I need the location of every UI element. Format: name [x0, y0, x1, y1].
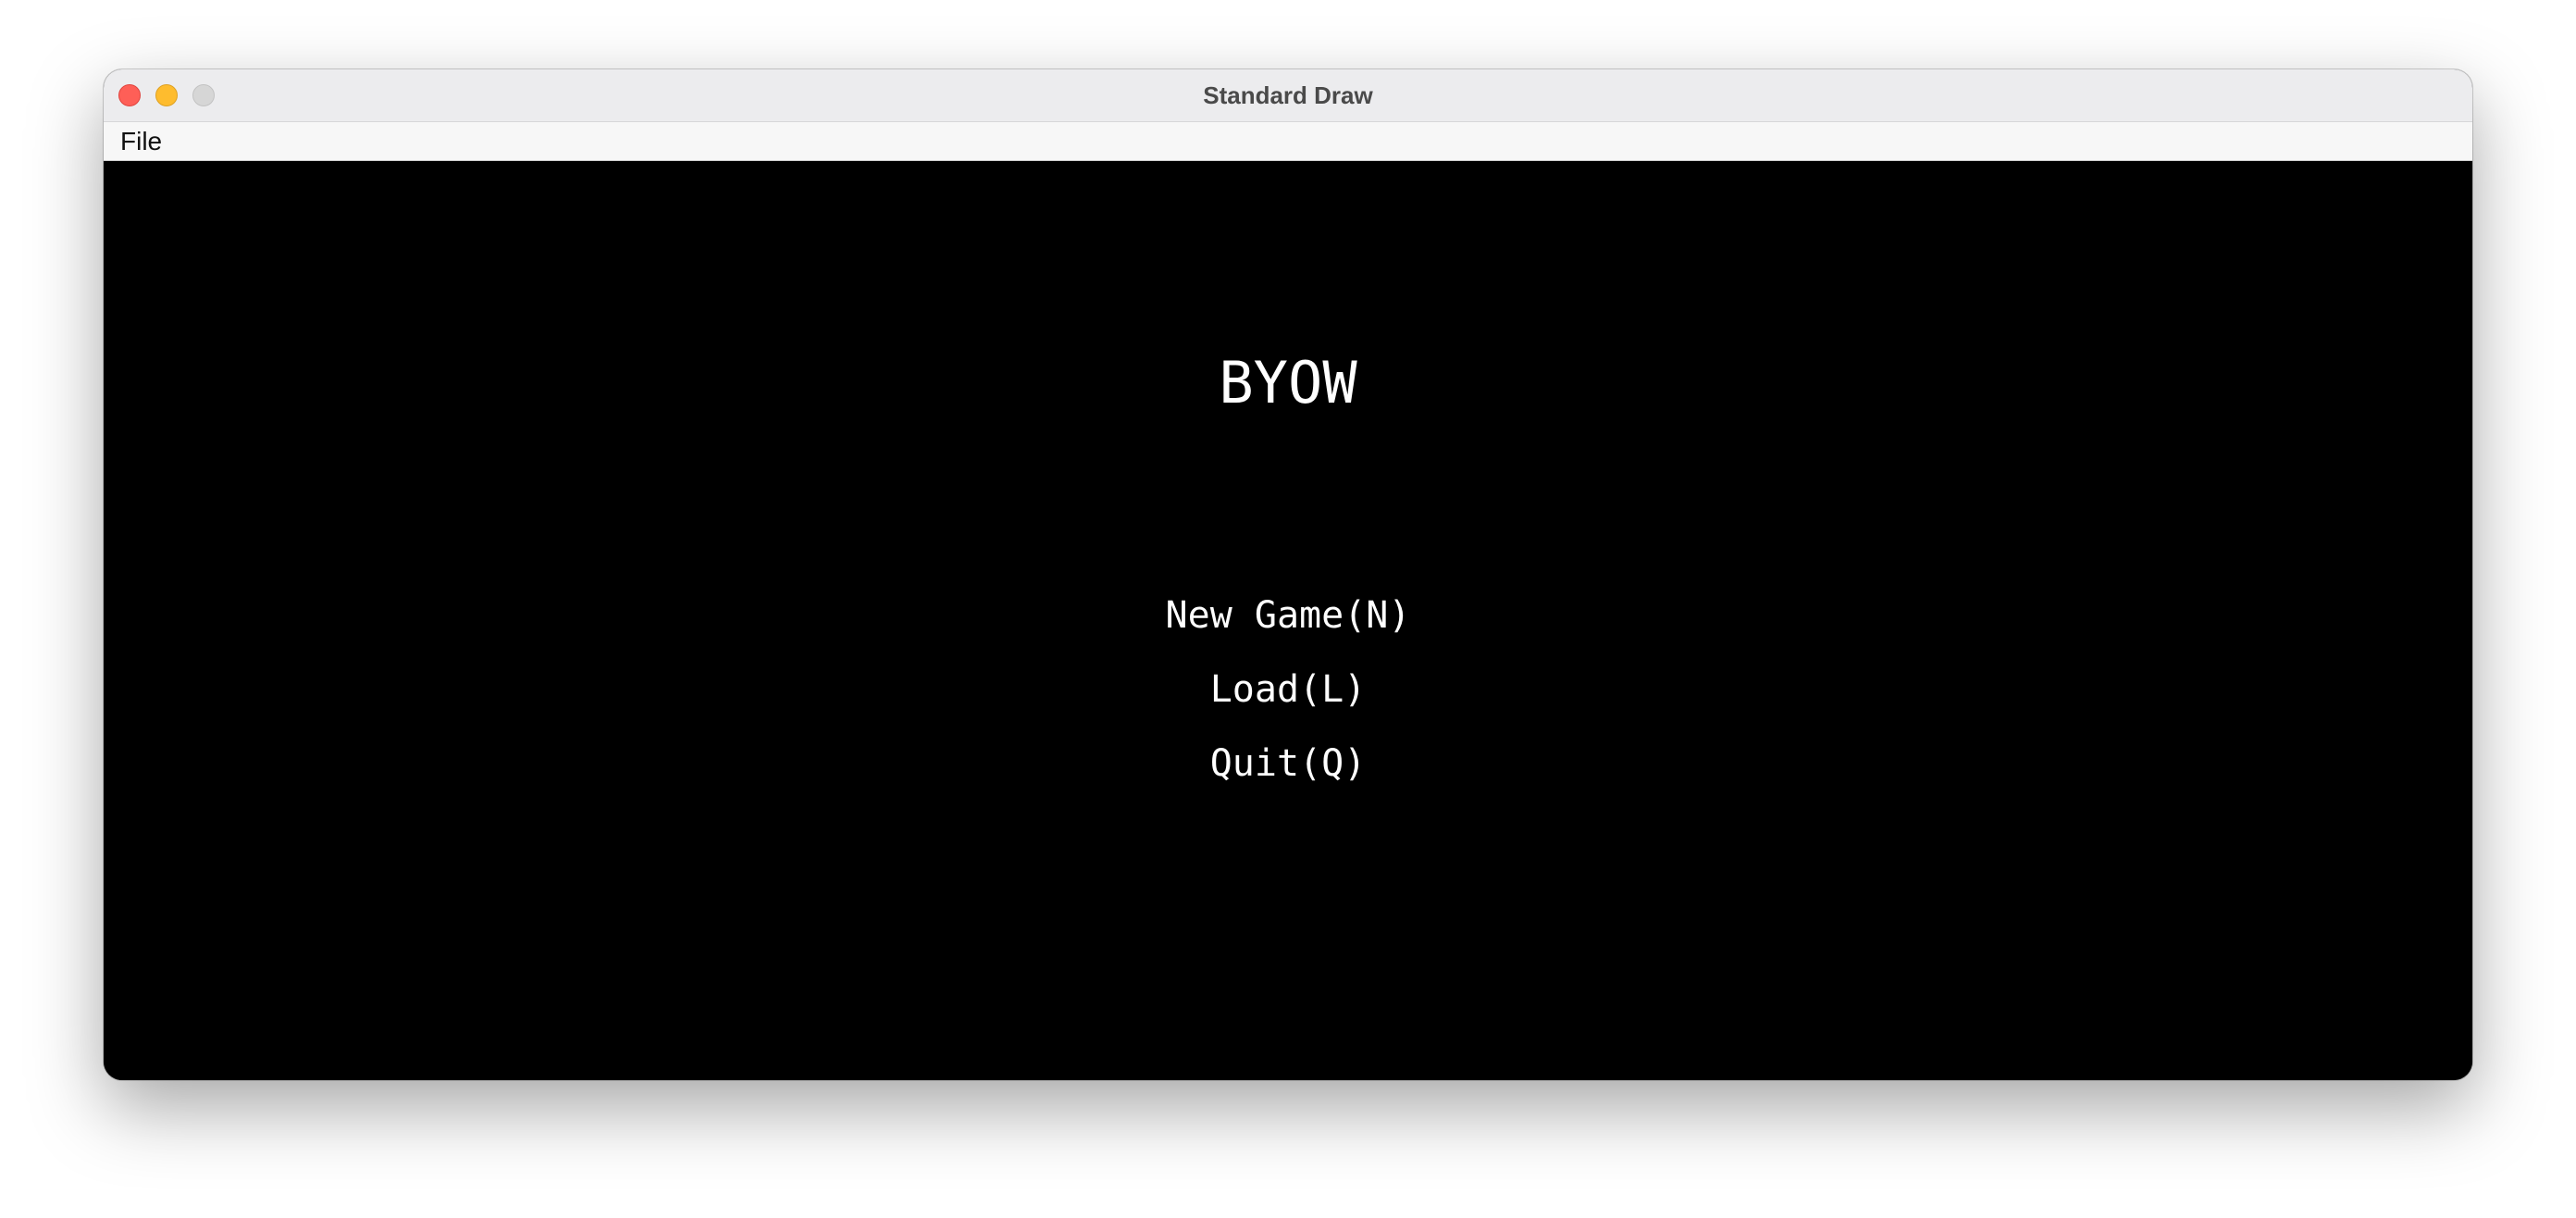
- draw-canvas[interactable]: BYOW New Game(N) Load(L) Quit(Q): [104, 161, 2472, 1080]
- game-title: BYOW: [1219, 349, 1357, 416]
- title-bar[interactable]: Standard Draw: [104, 69, 2472, 122]
- file-menu[interactable]: File: [120, 122, 162, 161]
- new-game-option[interactable]: New Game(N): [104, 590, 2472, 641]
- menu-bar: File: [104, 122, 2472, 161]
- window-title: Standard Draw: [1203, 81, 1373, 109]
- load-option[interactable]: Load(L): [104, 664, 2472, 715]
- app-window: Standard Draw File BYOW New Game(N) Load…: [104, 69, 2472, 1080]
- quit-option[interactable]: Quit(Q): [104, 738, 2472, 789]
